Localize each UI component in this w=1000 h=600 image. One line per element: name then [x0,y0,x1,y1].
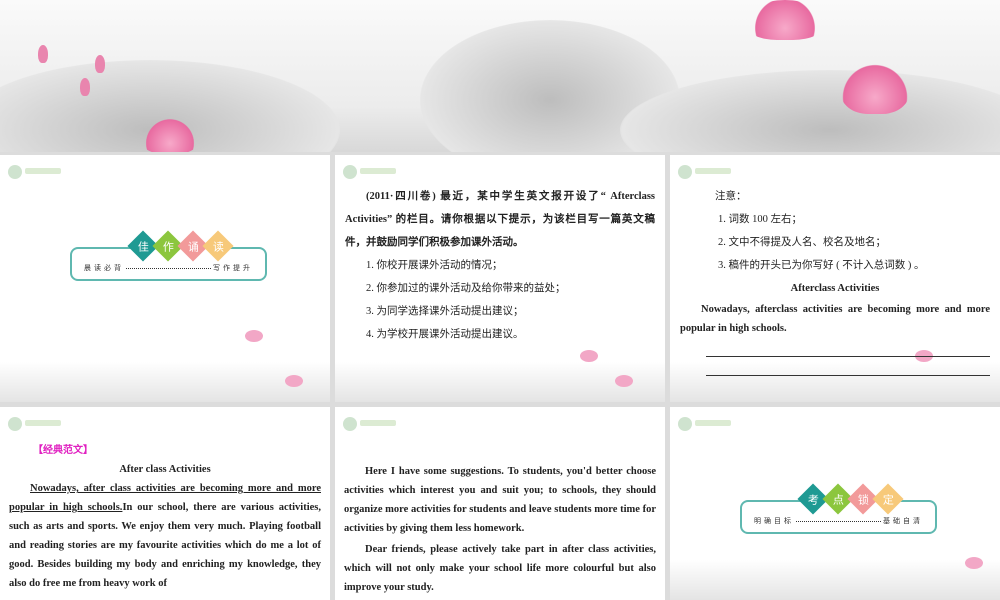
logo [343,165,398,179]
lotus-flower [140,118,200,152]
writing-line [706,375,990,376]
essay-heading: After class Activities [119,464,211,475]
section-title-box: 佳 作 诵 读 晨读必背 写作提升 [70,230,267,281]
note-item: 2. 文中不得提及人名、校名及地名； [718,237,886,248]
subtitle-right: 基础自清 [883,517,923,525]
lotus-bud [38,45,48,63]
prompt-item: 2. 你参加过的课外活动及给你带来的益处； [366,283,566,294]
logo [678,417,733,431]
logo [8,165,63,179]
lotus-flower [745,0,825,40]
note-item: 1. 词数 100 左右； [718,214,802,225]
essay-paragraph: Here I have some suggestions. To student… [344,466,656,534]
title-char: 点 [832,493,844,506]
title-char: 作 [162,240,174,253]
essay-opening: Nowadays, afterclass activities are beco… [680,304,990,334]
writing-line [706,356,990,357]
subtitle-right: 写作提升 [213,264,253,272]
model-essay-tag: 【经典范文】 [33,445,93,456]
subtitle-left: 明确目标 [754,517,794,525]
title-char: 诵 [187,240,199,253]
slide-thumbnail-4[interactable]: 【经典范文】 After class Activities Nowadays, … [0,407,330,600]
title-char: 锁 [857,493,869,506]
prompt-item: 1. 你校开展课外活动的情况； [366,260,503,271]
section-title-box: 考 点 锁 定 明确目标 基础自清 [740,483,937,534]
lotus-bud [80,78,90,96]
background-banner [0,0,1000,152]
essay-body: In our school, there are various activit… [9,502,321,589]
note-item: 3. 稿件的开头已为你写好 ( 不计入总词数 ) 。 [718,260,925,271]
logo [343,417,398,431]
prompt-text: (2011·四川卷) 最近，某中学生英文报开设了“ Afterclass Act… [345,191,655,248]
essay-paragraph: Dear friends, please actively take part … [344,544,656,593]
slide-thumbnail-2[interactable]: (2011·四川卷) 最近，某中学生英文报开设了“ Afterclass Act… [335,155,665,402]
subtitle-left: 晨读必背 [84,264,124,272]
slide-thumbnail-6[interactable]: 考 点 锁 定 明确目标 基础自清 [670,407,1000,600]
title-char: 佳 [137,240,149,253]
slide-thumbnail-5[interactable]: Here I have some suggestions. To student… [335,407,665,600]
title-char: 考 [807,493,819,506]
essay-heading: Afterclass Activities [790,283,880,294]
prompt-item: 3. 为同学选择课外活动提出建议； [366,306,524,317]
title-char: 读 [212,240,224,253]
logo [8,417,63,431]
title-char: 定 [882,493,894,506]
lotus-flower [840,58,910,114]
slide-thumbnail-1[interactable]: 佳 作 诵 读 晨读必背 写作提升 [0,155,330,402]
note-label: 注意： [715,191,747,202]
lotus-bud [95,55,105,73]
logo [678,165,733,179]
prompt-item: 4. 为学校开展课外活动提出建议。 [366,329,524,340]
slide-thumbnail-3[interactable]: 注意： 1. 词数 100 左右； 2. 文中不得提及人名、校名及地名； 3. … [670,155,1000,402]
